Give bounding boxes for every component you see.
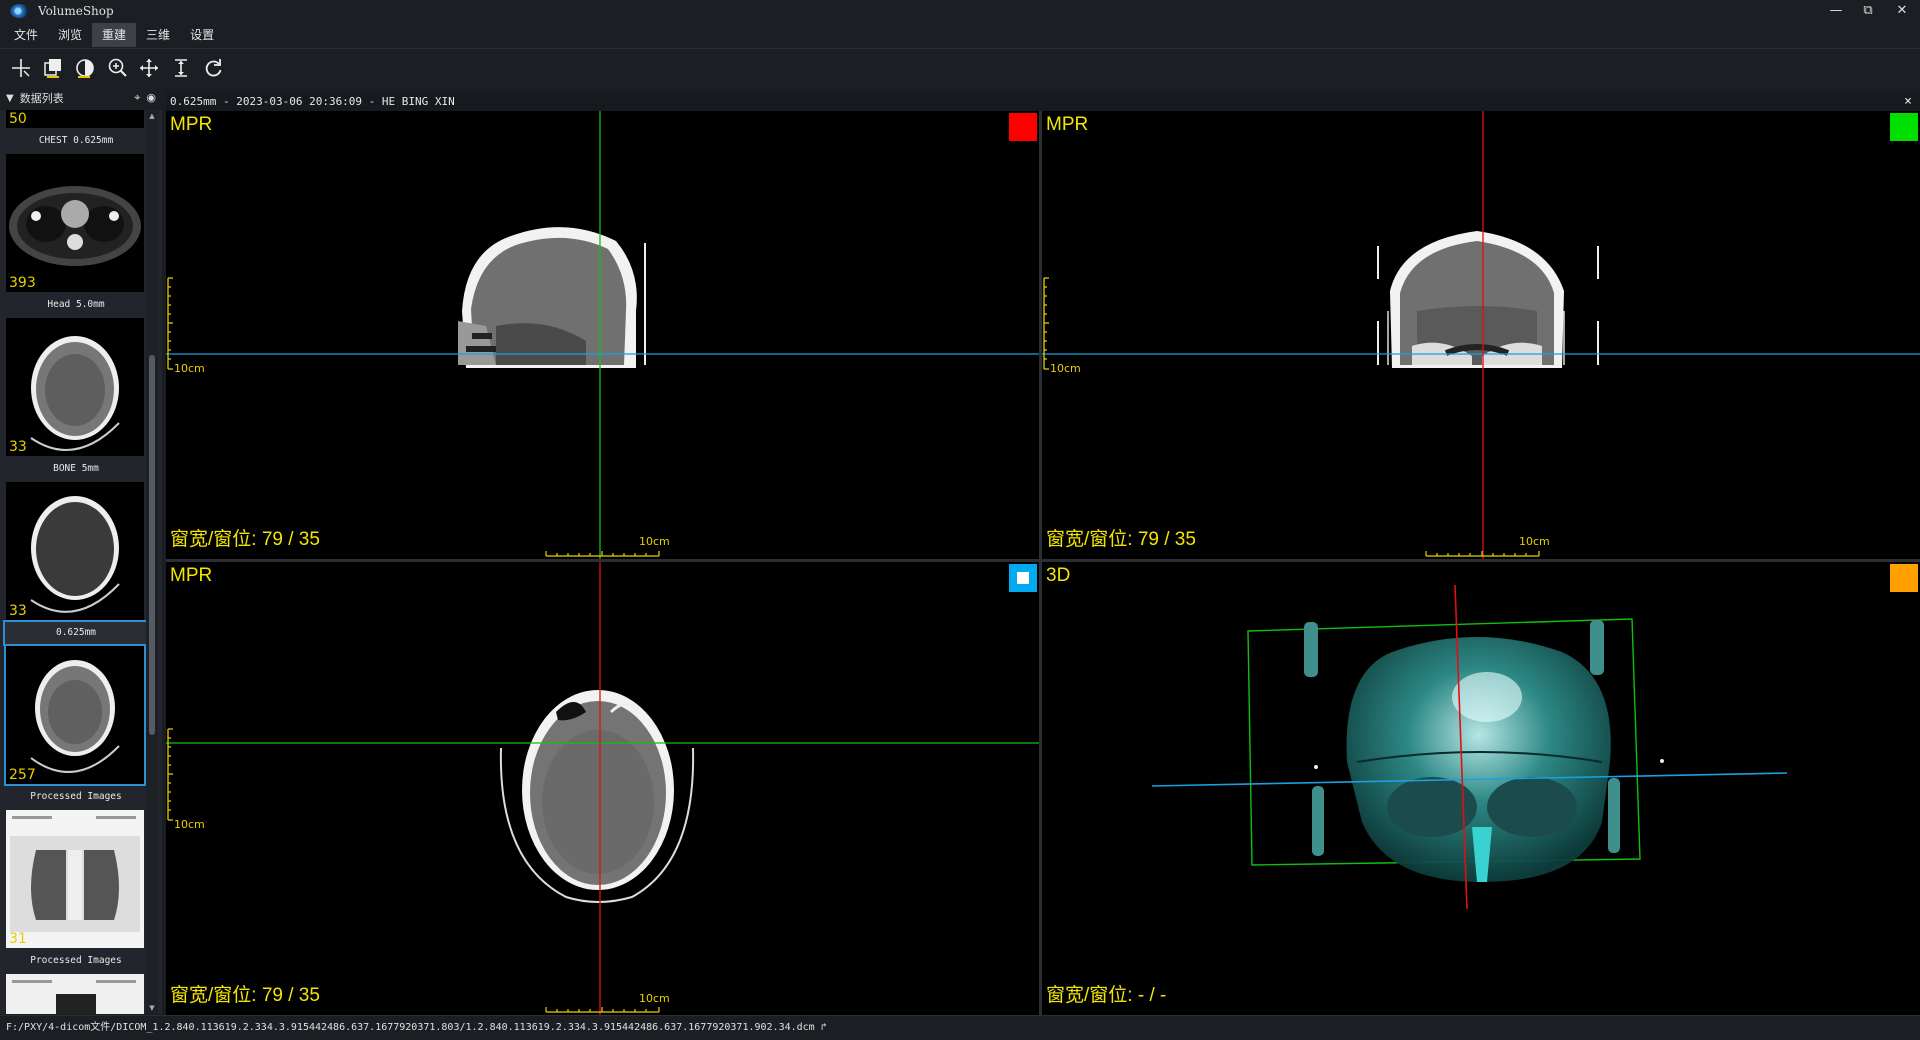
sidebar-scrollbar[interactable]: ▲ ▼ — [146, 110, 158, 1014]
eye-icon[interactable]: ◉ — [146, 91, 156, 105]
menu-reconstruct[interactable]: 重建 — [92, 23, 137, 47]
scale-label-bottom: 10cm — [1519, 535, 1550, 548]
series-label: Processed Images — [30, 791, 122, 802]
close-view-icon[interactable]: × — [1904, 92, 1912, 111]
badge-square-icon — [1017, 572, 1029, 584]
series-item[interactable]: BONE 5mm 33 — [3, 456, 149, 620]
window-level-tool-icon[interactable] — [72, 55, 98, 81]
viewport-color-badge[interactable] — [1009, 113, 1037, 141]
axial-viewport[interactable]: MPR 10cm 10cm 窗宽/窗位: 79 / 35 — [166, 562, 1039, 1015]
data-list-title: 数据列表 — [19, 92, 64, 105]
series-label: 0.625mm — [3, 620, 149, 646]
series-thumbnail — [6, 974, 144, 1014]
app-logo — [10, 4, 30, 18]
view-header: 0.625mm - 2023-03-06 20:36:09 - HE BING … — [166, 92, 1920, 111]
series-label: BONE 5mm — [53, 463, 99, 474]
series-list: 50 CHEST 0.625mm 393 Head 5.0mm 33 BONE … — [0, 110, 149, 1014]
menu-browse[interactable]: 浏览 — [48, 23, 92, 47]
maximize-button[interactable]: ⧉ — [1852, 0, 1884, 22]
file-path: F:/PXY/4-dicom文件/DICOM_1.2.840.113619.2.… — [6, 1022, 827, 1033]
series-item[interactable]: Head 5.0mm 33 — [3, 292, 149, 456]
crosshair-tool-icon[interactable] — [8, 55, 34, 81]
scale-label-left: 10cm — [174, 362, 205, 375]
pan-tool-icon[interactable] — [136, 55, 162, 81]
window-controls: — ⧉ ✕ — [1820, 0, 1920, 22]
series-info: 0.625mm - 2023-03-06 20:36:09 - HE BING … — [170, 95, 455, 108]
viewport-title: 3D — [1046, 565, 1071, 586]
series-label: Processed Images — [30, 955, 122, 966]
window-level-readout: 窗宽/窗位: 79 / 35 — [170, 529, 320, 550]
reset-tool-icon[interactable] — [200, 55, 226, 81]
viewport-title: MPR — [1046, 114, 1089, 135]
data-list-header: ▼ 数据列表 ⌖ ◉ — [0, 86, 162, 110]
series-label: CHEST 0.625mm — [38, 135, 114, 146]
series-thumbnail: 33 — [6, 318, 144, 456]
minimize-button[interactable]: — — [1820, 0, 1852, 22]
series-count: 31 — [9, 931, 27, 947]
scale-label-bottom: 10cm — [639, 992, 670, 1005]
window-level-readout: 窗宽/窗位: 79 / 35 — [170, 985, 320, 1006]
volume-3d-viewport[interactable]: 3D 窗宽/窗位: - / - — [1042, 562, 1920, 1015]
series-thumbnail: 33 — [6, 482, 144, 620]
viewport-title: MPR — [170, 565, 213, 586]
viewport-color-badge[interactable] — [1890, 564, 1918, 592]
menu-file[interactable]: 文件 — [4, 23, 48, 47]
pin-icon[interactable]: ⌖ — [134, 91, 140, 105]
app-title: VolumeShop — [38, 4, 114, 18]
series-thumbnail: 50 — [6, 110, 144, 128]
slice-thickness-tool-icon[interactable] — [168, 55, 194, 81]
scroll-down-icon[interactable]: ▼ — [148, 1004, 156, 1012]
status-bar: F:/PXY/4-dicom文件/DICOM_1.2.840.113619.2.… — [0, 1015, 1920, 1040]
series-count: 33 — [9, 439, 27, 455]
window-level-readout: 窗宽/窗位: 79 / 35 — [1046, 529, 1196, 550]
menu-3d[interactable]: 三维 — [136, 23, 180, 47]
series-count: 257 — [9, 767, 36, 783]
zoom-tool-icon[interactable] — [104, 55, 130, 81]
menu-bar: 文件 浏览 重建 三维 设置 — [0, 22, 1920, 48]
viewport-title: MPR — [170, 114, 213, 135]
scale-label-left: 10cm — [174, 818, 205, 831]
viewport-color-badge[interactable] — [1890, 113, 1918, 141]
data-list-panel: 50 CHEST 0.625mm 393 Head 5.0mm 33 BONE … — [0, 110, 162, 1014]
menu-settings[interactable]: 设置 — [180, 23, 224, 47]
series-count: 393 — [9, 275, 36, 291]
layers-tool-icon[interactable] — [40, 55, 66, 81]
series-item-partial[interactable]: 50 — [3, 110, 149, 128]
scale-label-left: 10cm — [1050, 362, 1081, 375]
series-count: 33 — [9, 603, 27, 619]
series-item-selected[interactable]: 0.625mm 257 — [3, 620, 149, 786]
close-button[interactable]: ✕ — [1884, 0, 1920, 22]
series-item[interactable]: Processed Images 31 — [3, 784, 149, 948]
series-item[interactable]: Processed Images — [3, 948, 149, 1014]
window-level-readout: 窗宽/窗位: - / - — [1046, 985, 1167, 1006]
series-thumbnail: 257 — [4, 644, 146, 786]
series-label: Head 5.0mm — [47, 299, 105, 310]
viewport-grid: MPR 10cm 10cm 窗宽/窗位: 79 / 35 MPR 10cm 10… — [166, 111, 1920, 1015]
series-item[interactable]: CHEST 0.625mm 393 — [3, 128, 149, 292]
coronal-viewport[interactable]: MPR 10cm 10cm 窗宽/窗位: 79 / 35 — [1042, 111, 1920, 559]
series-count: 50 — [9, 111, 27, 127]
toolbar — [0, 48, 1920, 86]
scroll-up-icon[interactable]: ▲ — [148, 112, 156, 120]
sagittal-viewport[interactable]: MPR 10cm 10cm 窗宽/窗位: 79 / 35 — [166, 111, 1039, 559]
scrollbar-thumb[interactable] — [149, 355, 155, 735]
title-bar: VolumeShop — ⧉ ✕ — [0, 0, 1920, 22]
chevron-down-icon[interactable]: ▼ — [6, 93, 14, 104]
scale-label-bottom: 10cm — [639, 535, 670, 548]
series-thumbnail: 393 — [6, 154, 144, 292]
series-thumbnail: 31 — [6, 810, 144, 948]
viewport-color-badge[interactable] — [1009, 564, 1037, 592]
